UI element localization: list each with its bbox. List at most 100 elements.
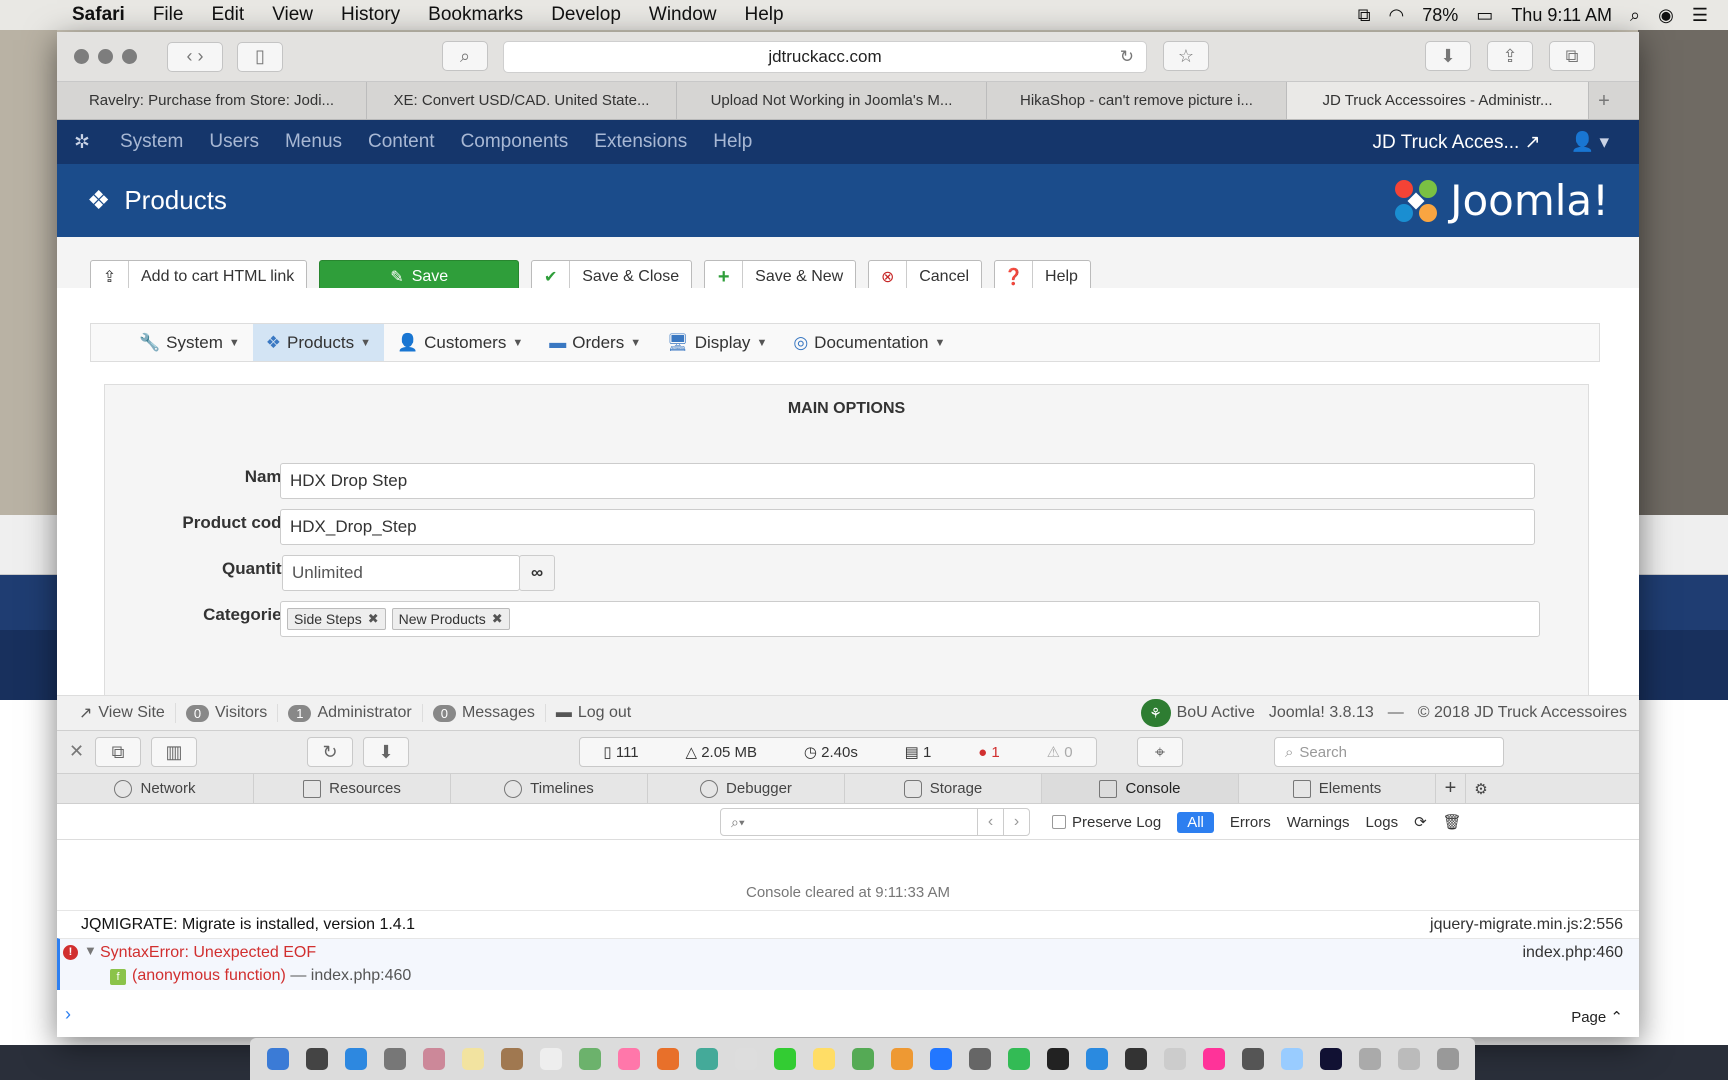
filter-all[interactable]: All xyxy=(1177,811,1214,833)
menu-window[interactable]: Window xyxy=(635,4,731,26)
teamviewer-icon[interactable]: ⧉ xyxy=(1358,5,1371,26)
calendar-icon[interactable] xyxy=(734,1048,757,1070)
tab-storage[interactable]: Storage xyxy=(845,774,1042,803)
tab-resources[interactable]: Resources xyxy=(254,774,451,803)
tab-jd-truck[interactable]: JD Truck Accessoires - Administr... xyxy=(1287,82,1589,119)
hika-menu-system[interactable]: 🔧 System ▼ xyxy=(126,324,253,361)
new-tab-button[interactable]: + xyxy=(1589,82,1619,119)
menu-view[interactable]: View xyxy=(258,4,327,26)
system-preferences-icon[interactable] xyxy=(968,1048,991,1070)
requests-metric[interactable]: ▯ 111 xyxy=(603,743,638,761)
execution-context-selector[interactable]: Page ⌃ xyxy=(1571,1008,1623,1026)
hika-menu-display[interactable]: 🖥 Display ▼ xyxy=(654,324,780,361)
wifi-icon[interactable]: ◠ xyxy=(1389,5,1405,26)
nav-system[interactable]: System xyxy=(107,131,196,153)
safari-icon[interactable] xyxy=(344,1048,367,1070)
disclosure-triangle-icon[interactable]: ▼ xyxy=(84,943,97,958)
battery-icon[interactable]: ▭ xyxy=(1476,5,1493,26)
close-window-button[interactable] xyxy=(74,49,89,64)
app-store-icon[interactable] xyxy=(929,1048,952,1070)
close-icon[interactable]: ✕ xyxy=(69,741,84,762)
element-picker-button[interactable]: ⌖ xyxy=(1137,737,1183,767)
nav-extensions[interactable]: Extensions xyxy=(581,131,700,153)
tab-xe[interactable]: XE: Convert USD/CAD. United State... xyxy=(367,82,677,119)
notification-center-icon[interactable]: ☰ xyxy=(1692,5,1708,26)
trash-icon[interactable] xyxy=(1436,1048,1459,1070)
time-metric[interactable]: ◷ 2.40s xyxy=(804,743,858,761)
utility-icon[interactable] xyxy=(1163,1048,1186,1070)
firefox-icon[interactable] xyxy=(656,1048,679,1070)
xcode-icon[interactable] xyxy=(1124,1048,1147,1070)
url-text[interactable]: jdtruckacc.com xyxy=(768,47,881,67)
tab-elements[interactable]: Elements xyxy=(1239,774,1436,803)
logs-metric[interactable]: ▤ 1 xyxy=(905,743,932,761)
hika-menu-orders[interactable]: ▬ Orders ▼ xyxy=(536,324,654,361)
console-prompt[interactable]: › xyxy=(65,1004,71,1025)
size-metric[interactable]: △ 2.05 MB xyxy=(685,743,757,761)
siri-icon[interactable] xyxy=(305,1048,328,1070)
sidebar-toggle-button[interactable]: ▯ xyxy=(237,41,283,72)
preview-icon[interactable] xyxy=(812,1048,835,1070)
infinity-icon[interactable]: ∞ xyxy=(519,555,555,591)
remove-tag-icon[interactable]: ✖ xyxy=(492,611,503,627)
tab-ravelry[interactable]: Ravelry: Purchase from Store: Jodi... xyxy=(57,82,367,119)
console-error-entry[interactable]: ! ▼ SyntaxError: Unexpected EOF index.ph… xyxy=(57,938,1639,990)
menu-help[interactable]: Help xyxy=(730,4,797,26)
itunes-icon[interactable] xyxy=(1202,1048,1225,1070)
logout-link[interactable]: ▬ Log out xyxy=(546,704,641,722)
log-source-link[interactable]: jquery-migrate.min.js:2:556 xyxy=(1430,911,1623,939)
gear-icon[interactable]: ⚙ xyxy=(1466,774,1496,803)
categories-input[interactable]: Side Steps ✖ New Products ✖ xyxy=(280,601,1540,637)
product-code-input[interactable]: HDX_Drop_Step xyxy=(280,509,1535,545)
filter-errors[interactable]: Errors xyxy=(1230,814,1271,831)
menu-app-name[interactable]: Safari xyxy=(46,4,139,26)
warnings-metric[interactable]: ⚠ 0 xyxy=(1047,743,1073,761)
contacts-icon[interactable] xyxy=(500,1048,523,1070)
image-thumbnail-icon[interactable] xyxy=(1397,1048,1420,1070)
battery-percent[interactable]: 78% xyxy=(1422,5,1458,26)
minimize-window-button[interactable] xyxy=(98,49,113,64)
app-icon[interactable] xyxy=(1046,1048,1069,1070)
siri-icon[interactable]: ◉ xyxy=(1658,5,1674,26)
stack-frame[interactable]: f (anonymous function) — index.php:460 xyxy=(110,967,411,985)
nav-users[interactable]: Users xyxy=(196,131,272,153)
photos-app-icon[interactable] xyxy=(617,1048,640,1070)
spotlight-icon[interactable]: ⌕ xyxy=(1630,5,1640,26)
menu-develop[interactable]: Develop xyxy=(537,4,635,26)
devtools-search-input[interactable]: ⌕ Search xyxy=(1274,737,1504,767)
messages-icon[interactable] xyxy=(695,1048,718,1070)
filter-logs[interactable]: Logs xyxy=(1366,814,1399,831)
downloads-button[interactable]: ⬇ xyxy=(1425,41,1471,71)
preserve-log-checkbox[interactable]: Preserve Log xyxy=(1052,814,1161,831)
chevron-left-icon[interactable]: ‹ xyxy=(977,809,1003,835)
add-tab-icon[interactable]: + xyxy=(1436,774,1466,803)
hika-menu-customers[interactable]: 👤 Customers ▼ xyxy=(384,324,536,361)
menu-bookmarks[interactable]: Bookmarks xyxy=(414,4,537,26)
clock[interactable]: Thu 9:11 AM xyxy=(1511,5,1612,26)
user-menu-icon[interactable]: 👤 ▾ xyxy=(1571,130,1639,154)
maps-icon[interactable] xyxy=(578,1048,601,1070)
quantity-input[interactable]: Unlimited xyxy=(282,555,520,591)
hika-menu-documentation[interactable]: ◎ Documentation ▼ xyxy=(780,324,958,361)
nav-help[interactable]: Help xyxy=(700,131,765,153)
console-filter-input[interactable]: ⌕▾ ‹ › xyxy=(720,808,1030,836)
launchpad-icon[interactable] xyxy=(383,1048,406,1070)
reminders-icon[interactable] xyxy=(539,1048,562,1070)
download-icon[interactable]: ⬇ xyxy=(363,737,409,767)
notes-icon[interactable] xyxy=(461,1048,484,1070)
joomla-icon[interactable]: ✲ xyxy=(57,131,107,154)
zoom-window-button[interactable] xyxy=(122,49,137,64)
visitors-status[interactable]: 0 Visitors xyxy=(176,704,279,722)
tab-debugger[interactable]: Debugger xyxy=(648,774,845,803)
chevron-right-icon[interactable]: › xyxy=(1003,809,1029,835)
bou-active[interactable]: ⚘ BoU Active xyxy=(1140,699,1255,727)
refresh-icon[interactable]: ⟳ xyxy=(1414,813,1427,831)
name-input[interactable]: HDX Drop Step xyxy=(280,463,1535,499)
site-name[interactable]: JD Truck Acces... xyxy=(1373,132,1520,153)
nav-menus[interactable]: Menus xyxy=(272,131,355,153)
back-forward-buttons[interactable]: ‹ › xyxy=(167,41,223,72)
facetime-icon[interactable] xyxy=(773,1048,796,1070)
reload-icon[interactable]: ↻ xyxy=(1120,47,1134,67)
split-view-button[interactable]: ▥ xyxy=(151,737,197,767)
bookmark-star-button[interactable]: ☆ xyxy=(1163,41,1209,71)
